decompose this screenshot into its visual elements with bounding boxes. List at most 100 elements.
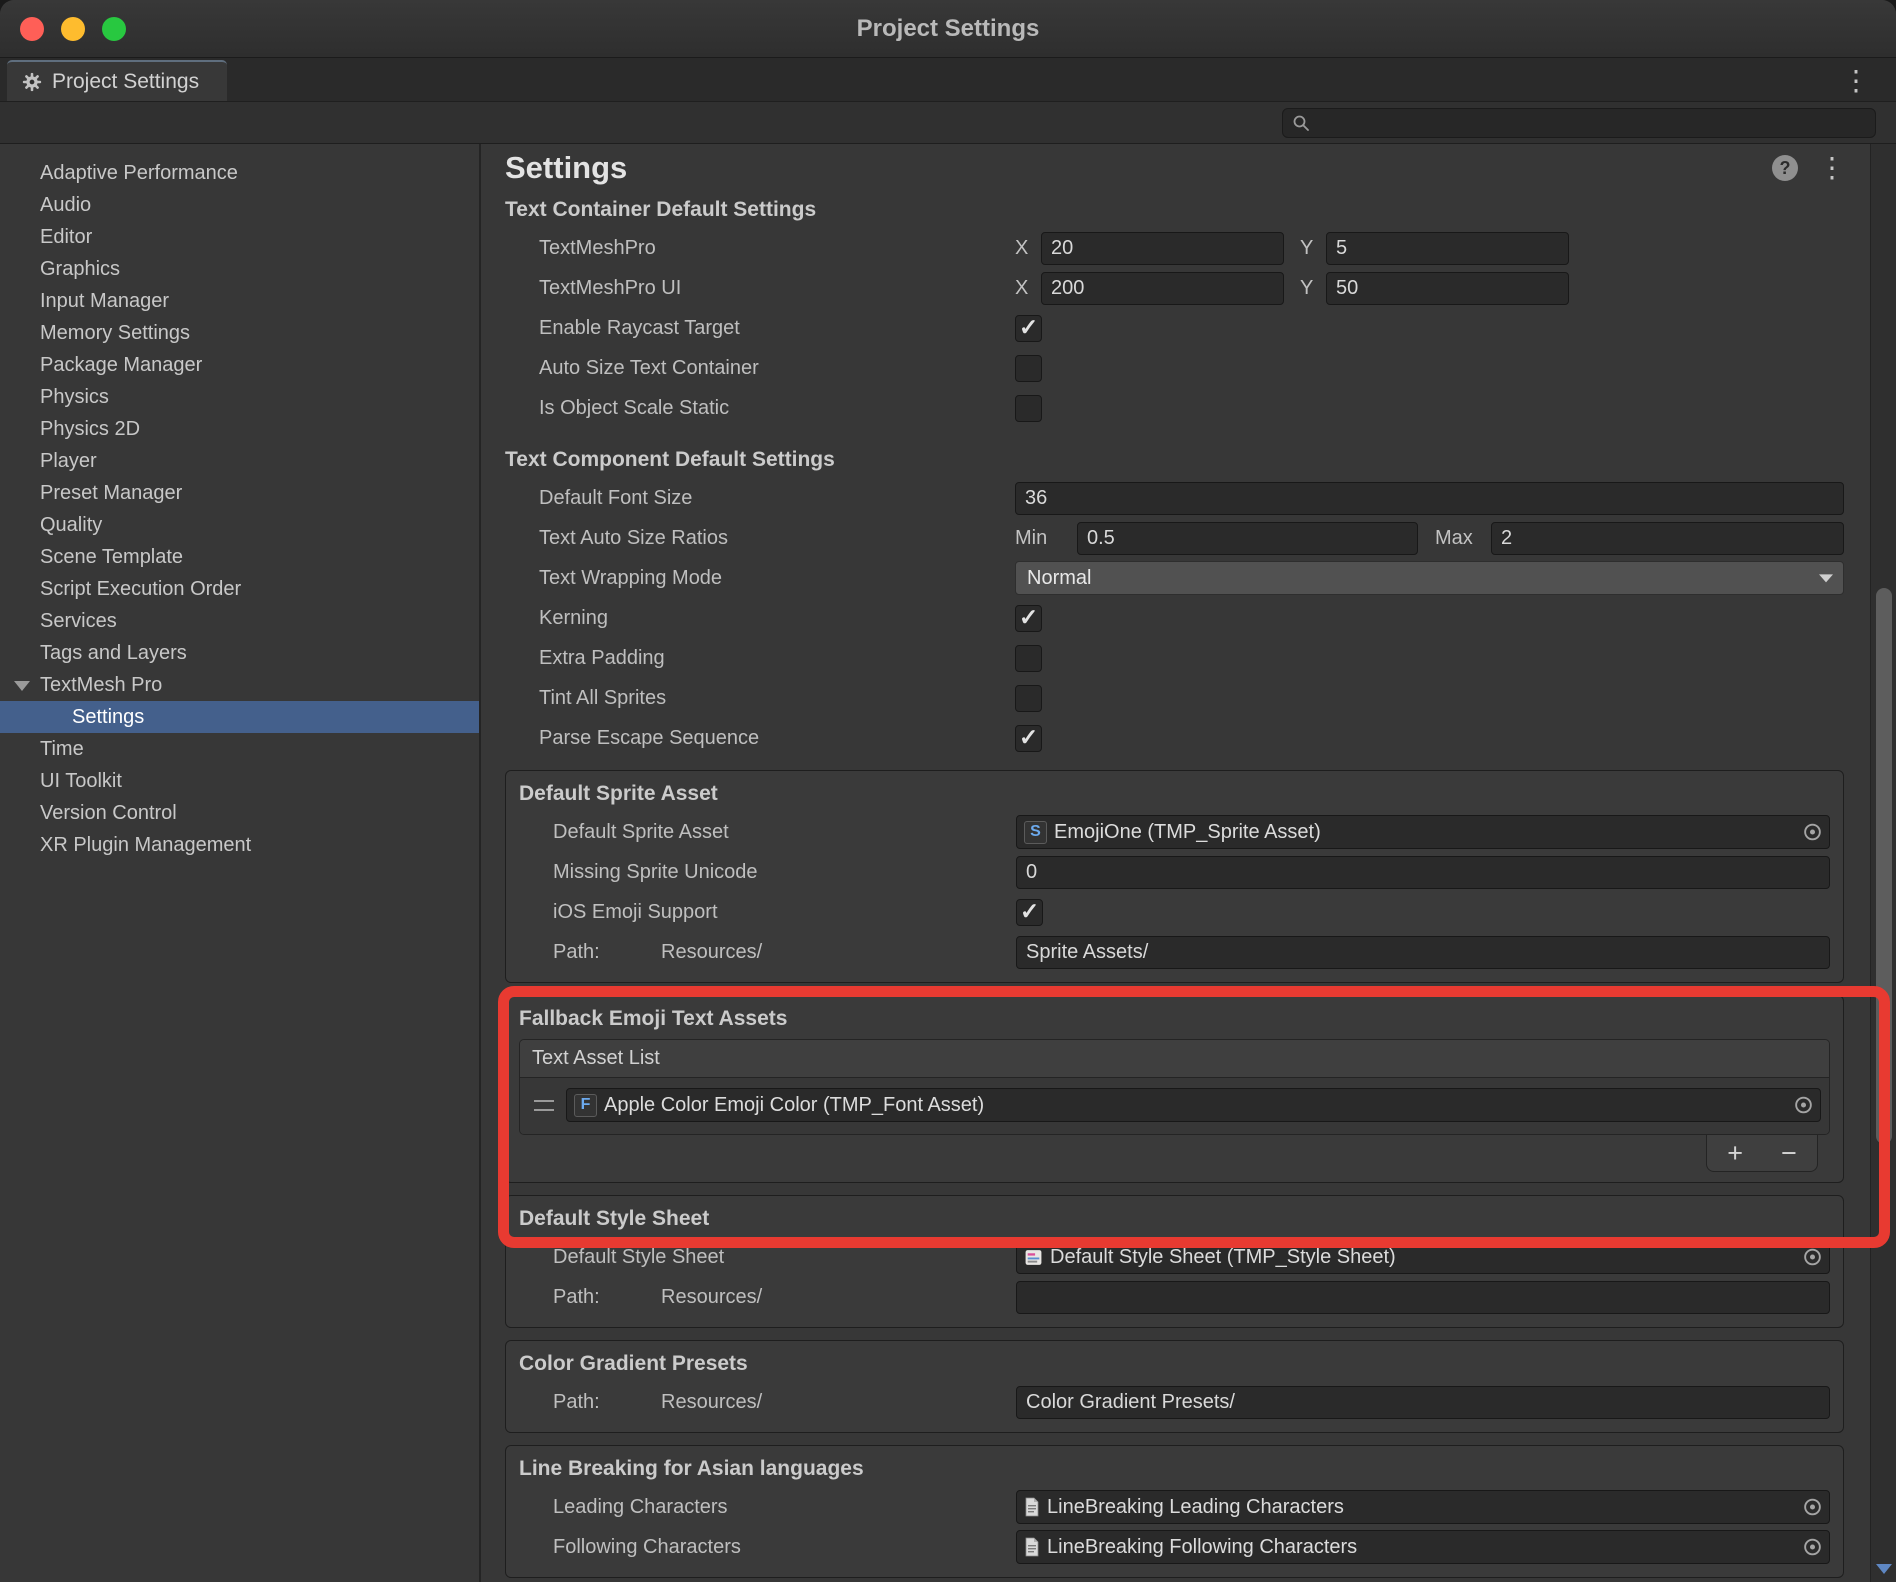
sidebar-item-quality[interactable]: Quality: [0, 509, 479, 541]
minimize-button[interactable]: [61, 17, 85, 41]
gradient-presets-path-input[interactable]: [1016, 1386, 1830, 1419]
tab-project-settings[interactable]: Project Settings: [7, 60, 227, 101]
section-header-default-style-sheet: Default Style Sheet: [519, 1201, 1830, 1237]
enable-raycast-target-checkbox[interactable]: [1015, 315, 1042, 342]
kebab-menu-icon[interactable]: ⋮: [1818, 154, 1846, 182]
section-header-text-component: Text Component Default Settings: [505, 442, 1844, 478]
ios-emoji-support-checkbox[interactable]: [1016, 899, 1043, 926]
auto-size-min-input[interactable]: [1077, 522, 1418, 555]
object-picker-icon[interactable]: [1793, 1095, 1814, 1116]
gear-icon: [21, 71, 43, 93]
setting-row-ios-emoji-support: iOS Emoji Support: [519, 892, 1830, 932]
scrollbar-thumb[interactable]: [1876, 588, 1892, 1144]
settings-category-sidebar: Adaptive Performance Audio Editor Graphi…: [0, 144, 481, 1582]
sidebar-item-xr-plugin-management[interactable]: XR Plugin Management: [0, 829, 479, 861]
setting-row-textmeshpro-ui: TextMeshPro UI X Y: [505, 268, 1844, 308]
group-line-breaking: Line Breaking for Asian languages Leadin…: [505, 1445, 1844, 1578]
setting-row-extra-padding: Extra Padding: [505, 638, 1844, 678]
style-sheet-icon: [1024, 1248, 1043, 1267]
following-characters-object-field[interactable]: LineBreaking Following Characters: [1016, 1530, 1830, 1564]
scroll-down-arrow-icon[interactable]: [1876, 1564, 1892, 1574]
auto-size-max-input[interactable]: [1491, 522, 1844, 555]
page-title: Settings: [505, 150, 1772, 186]
missing-sprite-unicode-input[interactable]: [1016, 856, 1830, 889]
settings-scroll-content: Text Container Default Settings TextMesh…: [481, 192, 1870, 1582]
sidebar-item-tags-and-layers[interactable]: Tags and Layers: [0, 637, 479, 669]
sidebar-item-scene-template[interactable]: Scene Template: [0, 541, 479, 573]
sidebar-item-preset-manager[interactable]: Preset Manager: [0, 477, 479, 509]
search-icon: [1292, 114, 1310, 132]
chevron-down-icon: [1819, 574, 1833, 582]
group-color-gradient-presets: Color Gradient Presets Path: Resources/: [505, 1340, 1844, 1433]
sprite-asset-path-input[interactable]: [1016, 936, 1830, 969]
section-header-color-gradient-presets: Color Gradient Presets: [519, 1346, 1830, 1382]
textmeshpro-x-input[interactable]: [1041, 232, 1284, 265]
group-default-sprite-asset: Default Sprite Asset Default Sprite Asse…: [505, 770, 1844, 983]
textmeshpro-y-input[interactable]: [1326, 232, 1569, 265]
sidebar-item-version-control[interactable]: Version Control: [0, 797, 479, 829]
project-settings-window: Project Settings Project Settings ⋮: [0, 0, 1896, 1582]
sidebar-item-ui-toolkit[interactable]: UI Toolkit: [0, 765, 479, 797]
sidebar-item-physics[interactable]: Physics: [0, 381, 479, 413]
sidebar-item-services[interactable]: Services: [0, 605, 479, 637]
sidebar-item-package-manager[interactable]: Package Manager: [0, 349, 479, 381]
sidebar-item-editor[interactable]: Editor: [0, 221, 479, 253]
object-picker-icon[interactable]: [1802, 1247, 1823, 1268]
vertical-scrollbar[interactable]: [1870, 144, 1896, 1582]
is-object-scale-static-checkbox[interactable]: [1015, 395, 1042, 422]
default-font-size-input[interactable]: [1015, 482, 1844, 515]
default-sprite-asset-object-field[interactable]: S EmojiOne (TMP_Sprite Asset): [1016, 815, 1830, 849]
zoom-button[interactable]: [102, 17, 126, 41]
search-text-field[interactable]: [1318, 112, 1866, 133]
kebab-menu-icon[interactable]: ⋮: [1834, 64, 1878, 97]
textmeshpro-ui-x-input[interactable]: [1041, 272, 1284, 305]
group-default-style-sheet: Default Style Sheet Default Style Sheet: [505, 1195, 1844, 1328]
sidebar-item-adaptive-performance[interactable]: Adaptive Performance: [0, 157, 479, 189]
window-title: Project Settings: [0, 15, 1896, 43]
section-header-fallback-emoji: Fallback Emoji Text Assets: [519, 1001, 1830, 1037]
text-asset-list: Text Asset List F Apple Color Emoji Colo…: [519, 1039, 1830, 1135]
add-item-button[interactable]: +: [1727, 1140, 1743, 1167]
tint-all-sprites-checkbox[interactable]: [1015, 685, 1042, 712]
kerning-checkbox[interactable]: [1015, 605, 1042, 632]
extra-padding-checkbox[interactable]: [1015, 645, 1042, 672]
text-asset-icon: [1024, 1537, 1040, 1557]
sidebar-item-input-manager[interactable]: Input Manager: [0, 285, 479, 317]
parse-escape-sequence-checkbox[interactable]: [1015, 725, 1042, 752]
close-button[interactable]: [20, 17, 44, 41]
auto-size-text-container-checkbox[interactable]: [1015, 355, 1042, 382]
leading-characters-object-field[interactable]: LineBreaking Leading Characters: [1016, 1490, 1830, 1524]
text-asset-list-footer: + −: [519, 1135, 1830, 1172]
sidebar-item-graphics[interactable]: Graphics: [0, 253, 479, 285]
search-input[interactable]: [1282, 108, 1876, 138]
setting-row-default-font-size: Default Font Size: [505, 478, 1844, 518]
object-picker-icon[interactable]: [1802, 822, 1823, 843]
help-icon[interactable]: ?: [1772, 155, 1798, 181]
default-style-sheet-object-field[interactable]: Default Style Sheet (TMP_Style Sheet): [1016, 1240, 1830, 1274]
fallback-font-asset-object-field[interactable]: F Apple Color Emoji Color (TMP_Font Asse…: [566, 1088, 1821, 1122]
text-wrapping-mode-dropdown[interactable]: Normal: [1015, 561, 1844, 595]
titlebar: Project Settings: [0, 0, 1896, 58]
textmeshpro-ui-y-input[interactable]: [1326, 272, 1569, 305]
setting-row-default-style-sheet: Default Style Sheet: [519, 1237, 1830, 1277]
sidebar-item-player[interactable]: Player: [0, 445, 479, 477]
sprite-asset-icon: S: [1024, 821, 1047, 844]
font-asset-icon: F: [574, 1094, 597, 1117]
section-header-line-breaking: Line Breaking for Asian languages: [519, 1451, 1830, 1487]
drag-handle-icon[interactable]: [534, 1100, 554, 1111]
sidebar-item-memory-settings[interactable]: Memory Settings: [0, 317, 479, 349]
sidebar-item-time[interactable]: Time: [0, 733, 479, 765]
sidebar-item-script-execution-order[interactable]: Script Execution Order: [0, 573, 479, 605]
style-sheet-path-input[interactable]: [1016, 1281, 1830, 1314]
remove-item-button[interactable]: −: [1781, 1140, 1797, 1167]
chevron-down-icon[interactable]: [14, 681, 30, 691]
sidebar-item-physics-2d[interactable]: Physics 2D: [0, 413, 479, 445]
sidebar-item-audio[interactable]: Audio: [0, 189, 479, 221]
object-picker-icon[interactable]: [1802, 1497, 1823, 1518]
section-header-default-sprite-asset: Default Sprite Asset: [519, 776, 1830, 812]
object-picker-icon[interactable]: [1802, 1537, 1823, 1558]
setting-row-following-characters: Following Characters: [519, 1527, 1830, 1567]
setting-row-auto-size-text-container: Auto Size Text Container: [505, 348, 1844, 388]
sidebar-item-textmesh-pro[interactable]: TextMesh Pro: [0, 669, 479, 701]
sidebar-item-textmesh-pro-settings[interactable]: Settings: [0, 701, 479, 733]
